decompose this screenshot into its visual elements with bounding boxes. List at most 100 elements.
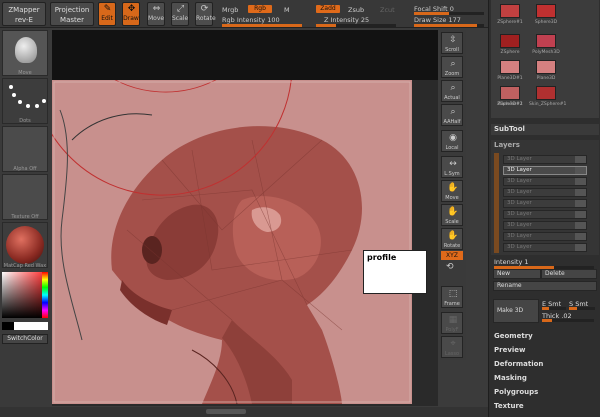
make-3d-button[interactable]: Make 3D: [493, 299, 539, 323]
lasso-button[interactable]: ⌖ Lasso: [441, 336, 463, 358]
palette-menu-item[interactable]: Polygroups: [491, 388, 599, 396]
tool-item[interactable]: Plane3D: [529, 58, 563, 86]
layer-row[interactable]: 3D Layer: [503, 243, 587, 252]
draw-button[interactable]: ✥ Draw: [122, 2, 140, 26]
zadd-button[interactable]: Zadd: [316, 5, 340, 13]
layers-header[interactable]: Layers: [491, 140, 599, 151]
bottom-scroll-handle[interactable]: [206, 409, 246, 414]
draw-size-slider[interactable]: [414, 24, 484, 27]
z-intensity-label: Z Intensity 25: [324, 16, 369, 24]
frame-button[interactable]: ⬚ Frame: [441, 286, 463, 308]
thick-slider[interactable]: [542, 319, 594, 322]
aahalf-icon: ⌕: [450, 107, 456, 117]
zoom-icon: ⌕: [450, 59, 456, 69]
palette-menu-item[interactable]: Geometry: [491, 332, 599, 340]
e-smt-slider[interactable]: [542, 307, 566, 310]
scale-view-icon: ✋: [447, 207, 459, 217]
tool-label: Skin_ZSphere#1: [529, 102, 567, 107]
tool-item[interactable]: ZSphere#1: [493, 2, 527, 30]
lsym-button[interactable]: ↔ L.Sym: [441, 156, 463, 178]
local-button[interactable]: ◉ Local: [441, 130, 463, 152]
zoom-button[interactable]: ⌕ Zoom: [441, 56, 463, 78]
layer-visibility-icon[interactable]: [575, 244, 586, 251]
zcut-button[interactable]: Zcut: [380, 6, 395, 14]
projection-master-button[interactable]: Projection Master: [50, 2, 94, 26]
z-intensity-value: 25: [360, 16, 370, 24]
layer-label: 3D Layer: [507, 167, 532, 173]
palette-menu-item[interactable]: Masking: [491, 374, 599, 382]
zsub-button[interactable]: Zsub: [348, 6, 364, 14]
layer-visibility-icon[interactable]: [575, 156, 586, 163]
rgb-intensity-slider[interactable]: [222, 24, 302, 27]
focal-shift-slider[interactable]: [414, 12, 484, 15]
move-button[interactable]: ⇔ Move: [147, 2, 165, 26]
tool-label: ZSphere#1: [497, 20, 523, 25]
rotate-button[interactable]: ⟳ Rotate: [195, 2, 216, 26]
palette-menu-item[interactable]: Preview: [491, 346, 599, 354]
viewport[interactable]: [52, 80, 412, 404]
main-color-swatch[interactable]: [14, 322, 48, 330]
layer-label: 3D Layer: [507, 222, 532, 228]
layer-visibility-icon[interactable]: [575, 233, 586, 240]
mrgb-button[interactable]: Mrgb: [222, 6, 238, 14]
s-smt-slider[interactable]: [569, 307, 595, 310]
tool-item[interactable]: Plane3D#1: [493, 58, 527, 86]
xyz-button[interactable]: XYZ: [441, 251, 463, 260]
tool-grid: ZSphere#1 Sphere3D ZSphere PolyMesh3D Plane3…: [491, 0, 599, 118]
aahalf-button[interactable]: ⌕ AAHalf: [441, 104, 463, 126]
material-selector[interactable]: [2, 222, 48, 268]
tool-item[interactable]: Skin_ZSphere#1: [529, 84, 567, 112]
palette-menu-item[interactable]: Texture: [491, 402, 599, 410]
layer-row[interactable]: 3D Layer: [503, 166, 587, 175]
tool-item[interactable]: Sphere3D: [529, 2, 563, 30]
tool-thumbnail: [500, 86, 520, 100]
layer-visibility-icon[interactable]: [575, 211, 586, 218]
layer-row[interactable]: 3D Layer: [503, 188, 587, 197]
tool-thumbnail: [500, 60, 520, 74]
hue-strip[interactable]: [42, 272, 48, 318]
head-model: [52, 80, 411, 404]
tool-item[interactable]: ZSphere#1: [493, 100, 527, 114]
right-shelf: ⇳ Scroll ⌕ Zoom ⌕ Actual ⌕ AAHalf ◉ Local ↔ L.…: [440, 30, 466, 360]
xyz-sub-icon[interactable]: ⟲: [446, 262, 458, 272]
layer-visibility-icon[interactable]: [575, 178, 586, 185]
edit-button[interactable]: ✎ Edit: [98, 2, 116, 26]
zmapper-button[interactable]: ZMapper rev-E: [2, 2, 46, 26]
rgb-button[interactable]: Rgb: [248, 5, 272, 13]
polyf-button[interactable]: ▦ PolyF: [441, 312, 463, 334]
layer-visibility-icon[interactable]: [575, 167, 586, 174]
tool-thumbnail: [536, 60, 556, 74]
scale-button[interactable]: ⤢ Scale: [171, 2, 189, 26]
rotate-view-button[interactable]: ✋ Rotate: [441, 228, 463, 250]
scroll-button[interactable]: ⇳ Scroll: [441, 32, 463, 54]
actual-button[interactable]: ⌕ Actual: [441, 80, 463, 102]
layer-visibility-icon[interactable]: [575, 222, 586, 229]
layers-panel: 3D Layer 3D Layer 3D Layer 3D Layer 3D Layer…: [491, 151, 599, 255]
local-icon: ◉: [449, 133, 457, 143]
brush-icon: [15, 37, 37, 63]
switch-color-button[interactable]: SwitchColor: [2, 334, 48, 344]
material-label: MatCap Red Wax: [3, 263, 47, 269]
layer-row[interactable]: 3D Layer: [503, 177, 587, 186]
new-layer-button[interactable]: New: [493, 269, 541, 279]
scale-view-button[interactable]: ✋ Scale: [441, 204, 463, 226]
layer-row[interactable]: 3D Layer: [503, 210, 587, 219]
m-button[interactable]: M: [284, 6, 290, 14]
tool-item[interactable]: ZSphere: [493, 32, 527, 60]
layer-visibility-icon[interactable]: [575, 189, 586, 196]
layer-row[interactable]: 3D Layer: [503, 221, 587, 230]
layer-row[interactable]: 3D Layer: [503, 155, 587, 164]
layer-row[interactable]: 3D Layer: [503, 232, 587, 241]
z-intensity-slider[interactable]: [316, 24, 396, 27]
palette-menu-item[interactable]: Deformation: [491, 360, 599, 368]
rename-layer-button[interactable]: Rename: [493, 281, 597, 291]
document-canvas[interactable]: profile: [52, 30, 438, 406]
move-view-button[interactable]: ✋ Move: [441, 180, 463, 202]
layer-visibility-icon[interactable]: [575, 200, 586, 207]
delete-layer-button[interactable]: Delete: [541, 269, 597, 279]
layer-row[interactable]: 3D Layer: [503, 199, 587, 208]
subtool-header[interactable]: SubTool: [491, 124, 599, 135]
secondary-color-swatch[interactable]: [2, 322, 14, 330]
tool-item[interactable]: PolyMesh3D: [529, 32, 563, 60]
layers-scrollbar[interactable]: [494, 153, 499, 253]
